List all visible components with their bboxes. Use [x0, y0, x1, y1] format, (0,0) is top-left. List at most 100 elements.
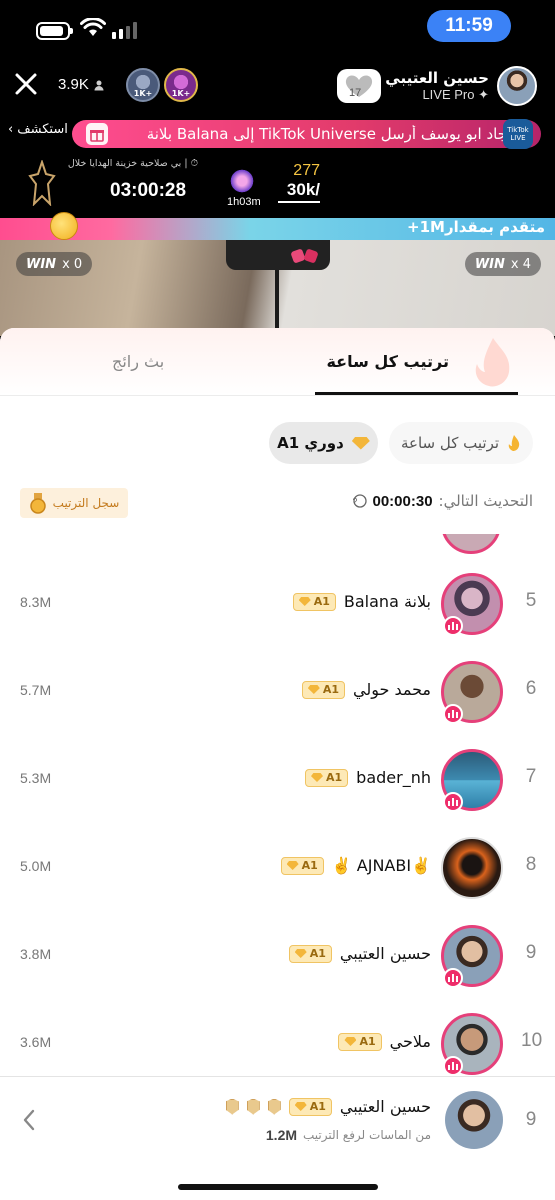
user-name: ✌️AJNABI ✌️	[331, 856, 431, 875]
user-name: bader_nh	[356, 768, 431, 787]
top-gifter-badge-1[interactable]: 1K+	[126, 68, 160, 102]
avatar[interactable]	[445, 1091, 503, 1149]
shield-icon	[267, 1098, 281, 1115]
svg-text:?: ?	[353, 497, 357, 507]
user-name: حسين العتيبي	[339, 944, 431, 963]
my-score-hint: من الماسات لرفع الترتيب	[303, 1128, 431, 1142]
chip-hourly-ranking[interactable]: ترتيب كل ساعة	[389, 422, 533, 464]
a1-badge: A1	[305, 768, 349, 787]
tab-trending-live[interactable]: بث رائج	[112, 352, 164, 371]
table-row[interactable]: 8 ✌️AJNABI ✌️ A1 5.0M	[0, 826, 555, 914]
chevron-left-icon[interactable]	[18, 1107, 40, 1133]
treasure-countdown: 03:00:28	[110, 180, 187, 201]
follow-chip-number: 17	[349, 87, 361, 99]
gift-announcement-text: جاد ابو يوسف أرسل TikTok Universe إلى Ba…	[146, 125, 507, 143]
wifi-icon	[80, 18, 106, 36]
person-icon	[94, 80, 104, 90]
battle-lead-text: متقدم بمقدار1M+	[407, 218, 545, 236]
goal-score: 277	[293, 162, 320, 179]
help-icon[interactable]: ?	[353, 494, 367, 508]
chip-a1-league[interactable]: دوري A1	[269, 422, 378, 464]
user-score: 5.7M	[20, 682, 52, 698]
host-subtitle: LIVE Pro ✦	[385, 87, 489, 103]
my-score: 1.2M	[265, 1127, 298, 1143]
table-row[interactable]: 7 bader_nh A1 5.3M	[0, 738, 555, 826]
my-rank-number: 9	[525, 1109, 537, 1130]
battery-icon	[36, 22, 73, 40]
battle-emoji-icon	[50, 212, 78, 240]
chevron-left-icon: ‹	[8, 122, 14, 137]
user-score: 5.3M	[20, 770, 52, 786]
table-row[interactable]: 6 محمد حولي A1 5.7M	[0, 650, 555, 738]
mini-live-icon[interactable]	[224, 164, 260, 198]
timer-icon: ⏱	[190, 158, 198, 169]
shield-icon	[225, 1098, 239, 1115]
sparkle-icon: ✦	[478, 87, 489, 102]
treasure-label: بي صلاحية خزينة الهدايا خلال	[67, 158, 182, 169]
left-win-count: x 0	[62, 256, 83, 272]
avatar[interactable]	[441, 534, 501, 554]
clock: 11:59	[427, 10, 511, 42]
rank-number: 6	[525, 678, 537, 699]
next-update: التحديث التالي: 00:00:30 ?	[353, 492, 534, 510]
battle-video[interactable]: WIN x 0 WIN x 4	[0, 240, 555, 336]
gifter-badge-2-label: 1K+	[171, 89, 191, 98]
a1-badge: A1	[301, 680, 345, 699]
home-indicator[interactable]	[178, 1184, 378, 1190]
live-duration: 1h03m	[227, 196, 261, 208]
battle-gloves-icon	[291, 249, 318, 263]
close-icon[interactable]	[12, 70, 40, 98]
battle-score-bar: متقدم بمقدار1M+	[0, 212, 555, 240]
ranking-history-button[interactable]: سجل الترتيب	[20, 488, 128, 518]
a1-badge: A1	[338, 1032, 382, 1051]
flame-small-icon	[508, 435, 520, 451]
my-score-line: 1.2M من الماسات لرفع الترتيب	[266, 1127, 431, 1143]
shield-icon	[246, 1098, 260, 1115]
goal-target: 30k/	[278, 180, 320, 203]
a1-badge: A1	[288, 1097, 332, 1116]
right-win-counter: WIN x 4	[464, 252, 541, 276]
follow-button[interactable]: 17	[337, 69, 381, 103]
table-row[interactable]: 9 حسين العتيبي A1 3.8M	[0, 914, 555, 1002]
ranking-list: 5 بلانة Balana A1 8.3M 6 محمد حولي A1 5.…	[0, 534, 555, 1076]
chip-league-label: دوري A1	[277, 434, 344, 452]
viewer-count[interactable]: 3.9K	[58, 76, 105, 93]
right-win-label: WIN	[474, 256, 505, 272]
avatar[interactable]	[441, 837, 503, 899]
live-header: 3.9K 1K+ 1K+ 17 حسين العتيبي LIVE Pro ✦	[0, 56, 555, 116]
explore-link[interactable]: ‹ استكشف	[8, 122, 68, 137]
next-update-time: 00:00:30	[372, 492, 433, 510]
live-indicator-icon	[443, 792, 463, 812]
treasure-chest-icon[interactable]	[28, 160, 56, 206]
cellular-signal-icon	[112, 22, 137, 39]
medal-icon	[29, 493, 46, 514]
live-indicator-icon	[443, 968, 463, 988]
rank-number: 7	[525, 766, 537, 787]
tiktok-live-logo: TikTok LIVE	[503, 119, 533, 149]
my-rank-row[interactable]: 9 حسين العتيبي A1 1.2M من الماسات لرفع ا…	[0, 1076, 555, 1168]
live-pro-label: LIVE Pro	[422, 87, 475, 102]
my-name: حسين العتيبي	[339, 1097, 431, 1116]
user-name: محمد حولي	[353, 680, 431, 699]
diamond-icon	[351, 434, 370, 452]
next-update-label: التحديث التالي:	[438, 492, 533, 510]
host-profile[interactable]: حسين العتيبي LIVE Pro ✦	[385, 62, 537, 110]
a1-badge: A1	[292, 592, 336, 611]
timers-row: ⏱ | بي صلاحية خزينة الهدايا خلال 03:00:2…	[0, 152, 555, 214]
host-avatar[interactable]	[497, 66, 537, 106]
live-indicator-icon	[443, 1056, 463, 1076]
user-score: 3.6M	[20, 1034, 52, 1050]
top-gifter-badge-2[interactable]: 1K+	[164, 68, 198, 102]
rank-number: 5	[525, 590, 537, 611]
filter-chips: ترتيب كل ساعة دوري A1	[0, 422, 555, 466]
gift-announcement[interactable]: جاد ابو يوسف أرسل TikTok Universe إلى Ba…	[72, 119, 541, 149]
tab-hourly-ranking[interactable]: ترتيب كل ساعة	[326, 352, 449, 371]
goal-progress[interactable]: 277 30k/	[278, 162, 320, 203]
tab-underline	[315, 392, 518, 395]
gift-banner[interactable]: ‹ استكشف جاد ابو يوسف أرسل TikTok Univer…	[0, 119, 555, 149]
table-row[interactable]: 5 بلانة Balana A1 8.3M	[0, 562, 555, 650]
table-row[interactable]: 10 ملاحي A1 3.6M	[0, 1002, 555, 1076]
user-name: ملاحي	[389, 1032, 431, 1051]
history-label: سجل الترتيب	[52, 496, 120, 510]
a1-badge: A1	[280, 856, 324, 875]
